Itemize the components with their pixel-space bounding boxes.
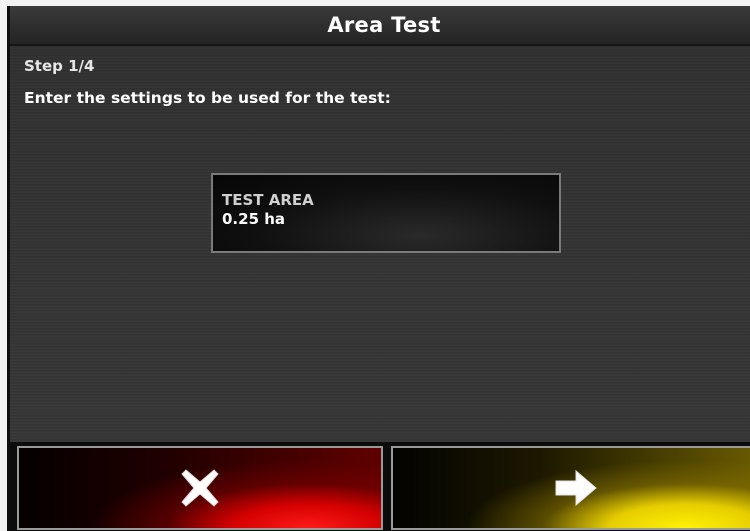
test-area-label: TEST AREA <box>222 191 314 209</box>
arrow-right-icon <box>552 468 600 508</box>
title-bar: Area Test <box>10 6 750 46</box>
test-area-value: 0.25 ha <box>222 210 286 228</box>
test-area-field[interactable]: TEST AREA 0.25 ha <box>211 173 561 253</box>
next-button[interactable] <box>391 446 750 530</box>
instruction-text: Enter the settings to be used for the te… <box>24 89 391 107</box>
close-x-icon <box>178 466 222 510</box>
wizard-content: Step 1/4 Enter the settings to be used f… <box>10 46 750 442</box>
step-indicator: Step 1/4 <box>24 57 95 75</box>
cancel-button[interactable] <box>17 446 383 530</box>
button-bar <box>10 442 750 531</box>
page-title: Area Test <box>327 13 441 37</box>
area-test-window: Area Test Step 1/4 Enter the settings to… <box>7 6 750 531</box>
